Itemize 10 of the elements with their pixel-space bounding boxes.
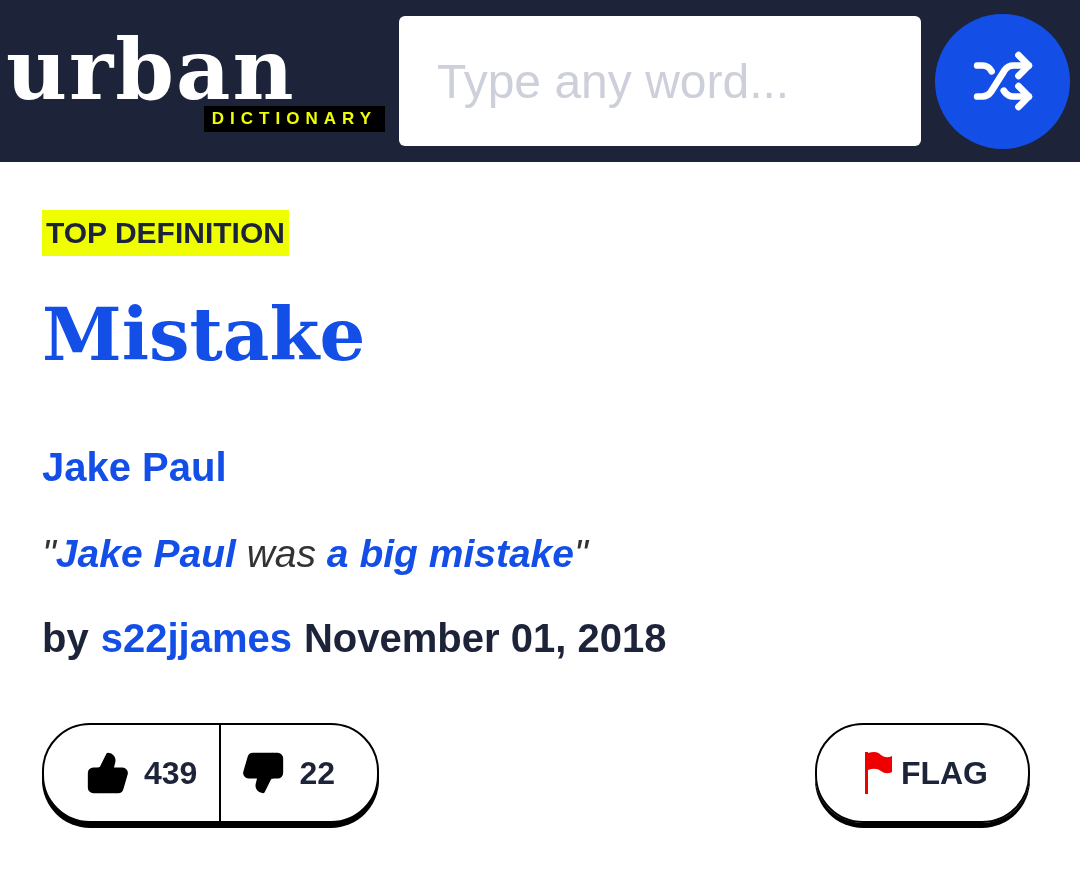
definition-meaning[interactable]: Jake Paul [42, 445, 227, 490]
top-definition-badge: TOP DEFINITION [42, 210, 289, 256]
by-label: by [42, 616, 89, 661]
date-text: November 01, 2018 [303, 616, 667, 661]
upvote-button[interactable]: 439 [44, 725, 220, 821]
author-link[interactable]: s22jjames [100, 616, 292, 661]
downvote-button[interactable]: 22 [219, 725, 377, 821]
definition-word[interactable]: Mistake [42, 292, 366, 377]
logo-tagline: DICTIONARY [203, 106, 385, 132]
example-text: "Jake Paul was a big mistake" [42, 532, 588, 576]
